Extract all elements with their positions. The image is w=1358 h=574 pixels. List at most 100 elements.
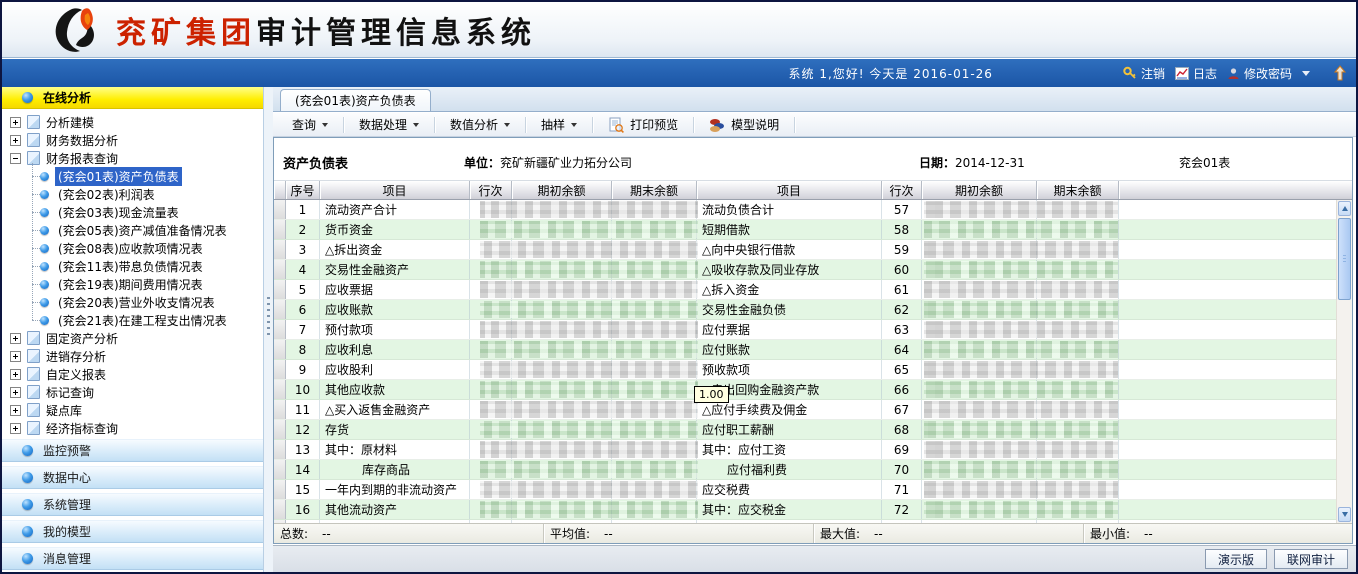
unit-label: 单位： [464, 156, 500, 170]
table-row[interactable]: 6应收账款交易性金融负债62 [274, 300, 1336, 320]
tree-leaf-item[interactable]: (兖会21表)在建工程支出情况表 [2, 311, 263, 329]
sidebar-section-label: 消息管理 [43, 550, 91, 567]
tree-leaf-item[interactable]: (兖会05表)资产减值准备情况表 [2, 221, 263, 239]
cell-line-right: 58 [882, 220, 922, 239]
tree-leaf-item[interactable]: (兖会02表)利润表 [2, 185, 263, 203]
sidebar-section-消息管理[interactable]: 消息管理 [2, 547, 263, 570]
sidebar-section-我的模型[interactable]: 我的模型 [2, 520, 263, 543]
censored-values-left [480, 401, 698, 418]
cell-item-left: 预付款项 [320, 320, 470, 339]
tree-leaf-item[interactable]: (兖会03表)现金流量表 [2, 203, 263, 221]
report-panel: 资产负债表 单位：兖矿新疆矿业力拓分公司 日期：2014-12-31 兖会01表… [273, 137, 1353, 544]
tree-item[interactable]: 财务数据分析 [2, 131, 263, 149]
table-row[interactable]: 5应收票据△拆入资金61 [274, 280, 1336, 300]
tree-item[interactable]: 自定义报表 [2, 365, 263, 383]
plus-box-icon[interactable] [10, 369, 21, 380]
censored-values-left [480, 321, 698, 338]
sidebar-section-系统管理[interactable]: 系统管理 [2, 493, 263, 516]
tab-label: (兖会01表)资产负债表 [295, 92, 416, 109]
vertical-scrollbar[interactable] [1336, 200, 1352, 523]
scroll-down-button[interactable] [1338, 507, 1351, 522]
table-row[interactable]: 12存货应付职工薪酬68 [274, 420, 1336, 440]
tree-item[interactable]: 财务报表查询 [2, 149, 263, 167]
tree-item[interactable]: 疑点库 [2, 401, 263, 419]
table-row[interactable]: 7预付款项应付票据63 [274, 320, 1336, 340]
cell-item-left: △买入返售金融资产 [320, 400, 470, 419]
table-row[interactable]: 3△拆出资金△向中央银行借款59 [274, 240, 1336, 260]
toolbar-separator [343, 117, 344, 133]
toolbar-button-打印预览[interactable]: 打印预览 [599, 114, 687, 135]
tree-leaf-item[interactable]: (兖会20表)营业外收支情况表 [2, 293, 263, 311]
chevron-down-icon [413, 123, 419, 127]
bullet-sphere-icon [40, 190, 49, 199]
censored-values-left [480, 441, 698, 458]
app-title-brand: 兖矿集团 [116, 16, 256, 51]
tree-item[interactable]: 标记查询 [2, 383, 263, 401]
table-row[interactable]: 1流动资产合计流动负债合计57 [274, 200, 1336, 220]
table-row[interactable]: 11△买入返售金融资产△应付手续费及佣金67 [274, 400, 1336, 420]
toolbar-menu-抽样[interactable]: 抽样 [532, 114, 586, 135]
col-end-left: 期末余额 [612, 181, 697, 199]
table-row[interactable]: 9应收股利预收款项65 [274, 360, 1336, 380]
toolbar-menu-数据处理[interactable]: 数据处理 [350, 114, 428, 135]
scrollbar-thumb[interactable] [1338, 218, 1351, 300]
sidebar-section-监控预警[interactable]: 监控预警 [2, 439, 263, 462]
table-row[interactable]: 2货币资金短期借款58 [274, 220, 1336, 240]
tree-item[interactable]: 分析建模 [2, 113, 263, 131]
table-row[interactable]: 16其他流动资产其中：应交税金72 [274, 500, 1336, 520]
minus-box-icon[interactable] [10, 153, 21, 164]
tree-item[interactable]: 进销存分析 [2, 347, 263, 365]
plus-box-icon[interactable] [10, 333, 21, 344]
table-row[interactable]: 4交易性金融资产△吸收存款及同业存放60 [274, 260, 1336, 280]
sidebar-splitter[interactable] [264, 87, 273, 572]
toolbar-menu-数值分析[interactable]: 数值分析 [441, 114, 519, 135]
tree-item[interactable]: 固定资产分析 [2, 329, 263, 347]
tree-leaf-item[interactable]: (兖会19表)期间费用情况表 [2, 275, 263, 293]
row-indicator [274, 360, 286, 379]
row-indicator [274, 220, 286, 239]
stat-average-label: 平均值: [550, 525, 590, 542]
plus-box-icon[interactable] [10, 405, 21, 416]
table-row[interactable]: 13其中：原材料其中：应付工资69 [274, 440, 1336, 460]
plus-box-icon[interactable] [10, 351, 21, 362]
log-icon [1175, 67, 1189, 80]
toolbar-menu-查询[interactable]: 查询 [283, 114, 337, 135]
toolbar-button-模型说明[interactable]: 模型说明 [700, 114, 788, 135]
cell-seq: 5 [286, 280, 320, 299]
tree-item[interactable]: 经济指标查询 [2, 419, 263, 435]
tab-balance-sheet[interactable]: (兖会01表)资产负债表 [280, 89, 431, 111]
tree-leaf-item[interactable]: (兖会08表)应收款项情况表 [2, 239, 263, 257]
tree-leaf-item[interactable]: (兖会01表)资产负债表 [2, 167, 263, 185]
scroll-top-icon[interactable] [1334, 65, 1346, 81]
table-row[interactable]: 8应收利息应付账款64 [274, 340, 1336, 360]
tree-leaf-item[interactable]: (兖会11表)带息负债情况表 [2, 257, 263, 275]
scroll-up-button[interactable] [1338, 201, 1351, 216]
tree-item-label: 进销存分析 [46, 348, 106, 365]
change-password-link[interactable]: 修改密码 [1227, 65, 1292, 82]
cell-item-right: 短期借款 [697, 220, 882, 239]
censored-values-left [480, 261, 698, 278]
cell-item-right: 应付职工薪酬 [697, 420, 882, 439]
plus-box-icon[interactable] [10, 387, 21, 398]
sidebar-section-数据中心[interactable]: 数据中心 [2, 466, 263, 489]
plus-box-icon[interactable] [10, 135, 21, 146]
stat-average-value: -- [604, 527, 613, 541]
plus-box-icon[interactable] [10, 423, 21, 434]
chevron-down-icon[interactable] [1302, 71, 1310, 76]
online-audit-button[interactable]: 联网审计 [1274, 549, 1348, 569]
logout-link[interactable]: 注销 [1123, 65, 1165, 82]
table-row[interactable]: 15一年内到期的非流动资产应交税费71 [274, 480, 1336, 500]
plus-box-icon[interactable] [10, 117, 21, 128]
log-link[interactable]: 日志 [1175, 65, 1217, 82]
stat-total-label: 总数: [280, 525, 308, 542]
demo-version-button[interactable]: 演示版 [1205, 549, 1267, 569]
censored-values-right [924, 441, 1118, 458]
col-item-left: 项目 [320, 181, 470, 199]
report-date: 日期：2014-12-31 [919, 154, 1025, 171]
sidebar-section-online-analysis[interactable]: 在线分析 [2, 87, 263, 109]
table-row[interactable]: 10其他应收款△卖出回购金融资产款66 [274, 380, 1336, 400]
table-row[interactable]: 14库存商品应付福利费70 [274, 460, 1336, 480]
cell-seq: 6 [286, 300, 320, 319]
toolbar-separator [525, 117, 526, 133]
cell-line-right: 63 [882, 320, 922, 339]
